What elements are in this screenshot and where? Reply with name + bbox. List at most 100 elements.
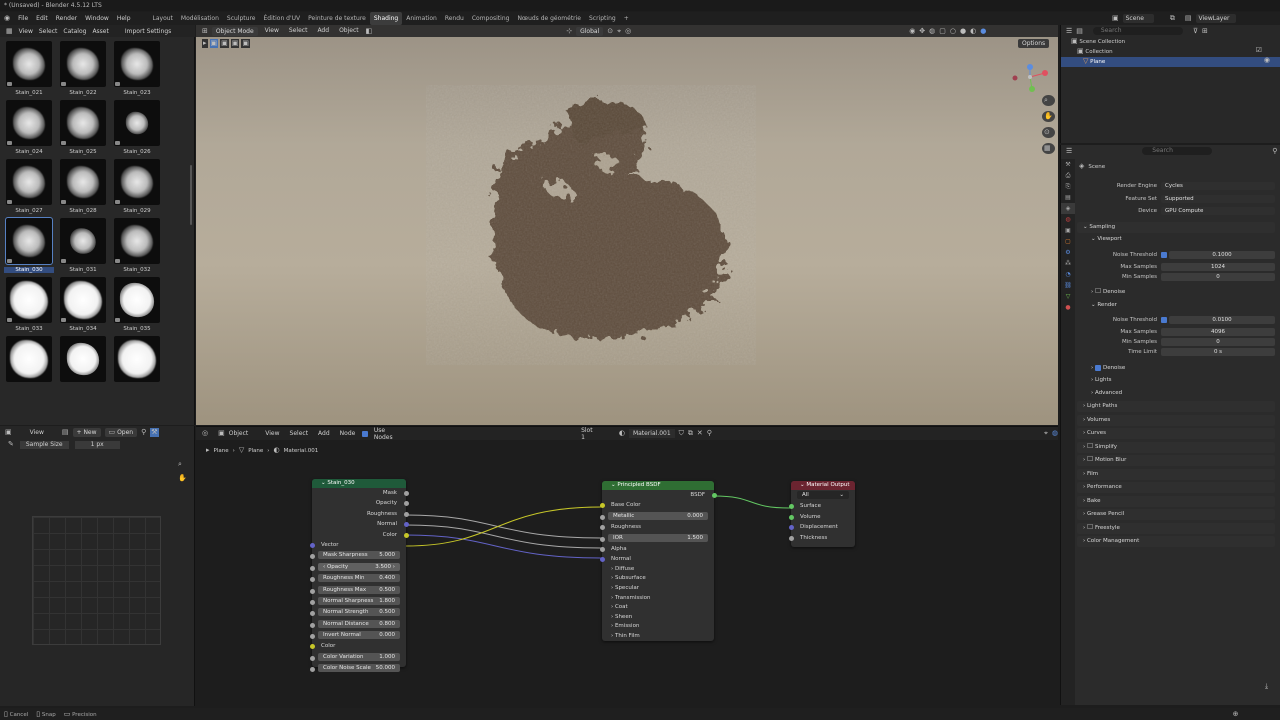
input-roughness[interactable]: Roughness (599, 522, 714, 532)
subpanel-render[interactable]: ⌄ Render (1085, 300, 1280, 311)
shader-node-editor[interactable]: ◎ ▣ Object View Select Add Node Use Node… (196, 426, 1058, 706)
input-color[interactable]: Color (309, 641, 406, 651)
checkbox-icon[interactable]: ☐ (1095, 288, 1101, 295)
field-normal-distance[interactable]: Normal Distance 0.800 (309, 619, 406, 630)
new-collection-icon[interactable]: ⊞ (1202, 27, 1208, 35)
r-noise-threshold-field[interactable]: 0.0100 (1169, 316, 1275, 324)
input-thickness[interactable]: Thickness (788, 533, 855, 543)
gizmo-icon[interactable]: ✥ (919, 27, 925, 35)
tab-tool-icon[interactable]: ⚒ (1061, 159, 1075, 170)
tab-sculpture[interactable]: Sculpture (223, 12, 260, 25)
asset-stain-031[interactable]: Stain_031 (56, 218, 110, 273)
output-bsdf[interactable]: BSDF (602, 490, 717, 500)
panel-sheen[interactable]: › Sheen (602, 613, 714, 623)
pan-hand-icon[interactable]: ✋ (1042, 111, 1055, 122)
noise-threshold-checkbox[interactable] (1161, 317, 1167, 323)
node-header[interactable]: ⌄ Principled BSDF (602, 481, 714, 490)
asset-stain-037[interactable] (56, 336, 110, 382)
feature-set-dropdown[interactable]: Supported (1161, 195, 1275, 203)
sample-tool-icon[interactable]: ⚒ (150, 428, 159, 437)
vp-menu-object[interactable]: Object (336, 25, 362, 37)
r-time-limit-field[interactable]: 0 s (1161, 348, 1275, 356)
asset-menu-catalog[interactable]: Catalog (63, 28, 86, 35)
node-stain-030[interactable]: ⌄ Stain_030 Mask Opacity Roughness Norma… (309, 479, 409, 673)
import-settings-dropdown[interactable]: Import Settings (125, 28, 171, 35)
tab-uv-editing[interactable]: Édition d'UV (259, 12, 304, 25)
vp-menu-view[interactable]: View (262, 25, 282, 37)
pin-icon[interactable]: ⚲ (1272, 147, 1277, 155)
asset-menu-view[interactable]: View (19, 28, 33, 35)
input-alpha[interactable]: Alpha (599, 544, 714, 554)
shading-solid-icon[interactable]: ● (960, 27, 966, 35)
field-roughness-min[interactable]: Roughness Min 0.400 (309, 574, 406, 584)
sample-size-field[interactable]: 1 px (74, 440, 120, 449)
object-mode-dropdown[interactable]: Object Mode (211, 26, 258, 36)
tab-shading[interactable]: Shading (369, 12, 403, 25)
asset-stain-034[interactable]: Stain_034 (56, 277, 110, 332)
image-menu-view[interactable]: View (30, 429, 44, 436)
viewport-options-button[interactable]: Options (1018, 39, 1050, 48)
shading-wireframe-icon[interactable]: ○ (950, 27, 956, 35)
output-mask[interactable]: Mask (312, 488, 409, 498)
uv-grid[interactable] (32, 516, 161, 645)
display-mode-icon[interactable]: ▤ (1076, 27, 1083, 35)
panel-film[interactable]: › Film (1077, 469, 1275, 480)
panel-sampling[interactable]: ⌄ Sampling (1077, 222, 1275, 233)
tab-data-icon[interactable]: ▽ (1061, 291, 1075, 302)
panel-diffuse[interactable]: › Diffuse (602, 565, 714, 575)
node-principled-bsdf[interactable]: ⌄ Principled BSDF BSDF Base Color Metall… (599, 481, 717, 641)
asset-stain-032[interactable]: Stain_032 (110, 218, 164, 273)
asset-stain-035[interactable]: Stain_035 (110, 277, 164, 332)
tab-compositing[interactable]: Compositing (468, 12, 514, 25)
pan-hand-icon[interactable]: ✋ (178, 475, 187, 482)
field-normal-strength[interactable]: Normal Strength 0.500 (309, 608, 406, 618)
vp-min-samples-field[interactable]: 0 (1161, 273, 1275, 281)
input-surface[interactable]: Surface (788, 501, 855, 511)
xray-icon[interactable]: ▢ (939, 27, 946, 35)
field-mask-sharpness[interactable]: Mask Sharpness 5.000 (309, 551, 406, 561)
asset-stain-022[interactable]: Stain_022 (56, 41, 110, 96)
field-opacity[interactable]: ‹ Opacity 3.500 › (309, 562, 406, 573)
eyedropper-icon[interactable]: ✎ (8, 441, 14, 448)
tab-physics-icon[interactable]: ◔ (1061, 269, 1075, 280)
asset-stain-030[interactable]: Stain_030 (2, 217, 56, 273)
asset-stain-025[interactable]: Stain_025 (56, 100, 110, 155)
tab-object-icon[interactable]: ▢ (1061, 236, 1075, 247)
denoise-checkbox[interactable] (1094, 364, 1101, 371)
device-dropdown[interactable]: GPU Compute (1161, 207, 1275, 215)
panel-transmission[interactable]: › Transmission (602, 594, 714, 604)
panel-freestyle[interactable]: › ☐ Freestyle (1077, 523, 1275, 534)
play-icon[interactable]: ▸ (202, 39, 208, 48)
subpanel-advanced[interactable]: › Advanced (1085, 388, 1280, 399)
tab-view-layer-icon[interactable]: ▤ (1061, 192, 1075, 203)
zoom-icon[interactable]: ⌕ (178, 461, 182, 468)
image-browse-icon[interactable]: ▤ (62, 429, 69, 436)
field-ior[interactable]: IOR 1.500 (599, 533, 714, 544)
scene-selector[interactable]: Scene (1122, 14, 1154, 23)
input-displacement[interactable]: Displacement (788, 522, 855, 532)
noise-threshold-checkbox[interactable] (1161, 252, 1167, 258)
viewlayer-selector[interactable]: ViewLayer (1195, 14, 1236, 23)
tab-modifier-icon[interactable]: ⚙ (1061, 247, 1075, 258)
tab-animation[interactable]: Animation (402, 12, 441, 25)
asset-stain-028[interactable]: Stain_028 (56, 159, 110, 214)
filter-icon[interactable]: ⊽ (1193, 27, 1198, 35)
asset-stain-027[interactable]: Stain_027 (2, 159, 56, 214)
output-color[interactable]: Color (312, 530, 409, 540)
checkbox-icon[interactable]: ☑ (1256, 47, 1262, 54)
panel-performance[interactable]: › Performance (1077, 482, 1275, 493)
field-color-noise-scale[interactable]: Color Noise Scale 50.000 (309, 664, 406, 674)
field-color-variation[interactable]: Color Variation 1.000 (309, 652, 406, 663)
eye-icon[interactable]: ◉ (1264, 57, 1270, 64)
panel-curves[interactable]: › Curves (1077, 428, 1275, 439)
menu-window[interactable]: Window (81, 12, 113, 25)
vp-noise-threshold-field[interactable]: 0.1000 (1169, 251, 1275, 259)
tab-layout[interactable]: Layout (149, 12, 177, 25)
editor-type-icon[interactable]: ☰ (1066, 27, 1072, 35)
panel-subsurface[interactable]: › Subsurface (602, 574, 714, 584)
perspective-grid-icon[interactable]: ▦ (1042, 143, 1055, 154)
asset-stain-038[interactable] (110, 336, 164, 382)
tab-output-icon[interactable]: ⎘ (1061, 181, 1075, 192)
outliner-scene-collection[interactable]: ▣ Scene Collection (1061, 37, 1280, 47)
r-max-samples-field[interactable]: 4096 (1161, 328, 1275, 336)
